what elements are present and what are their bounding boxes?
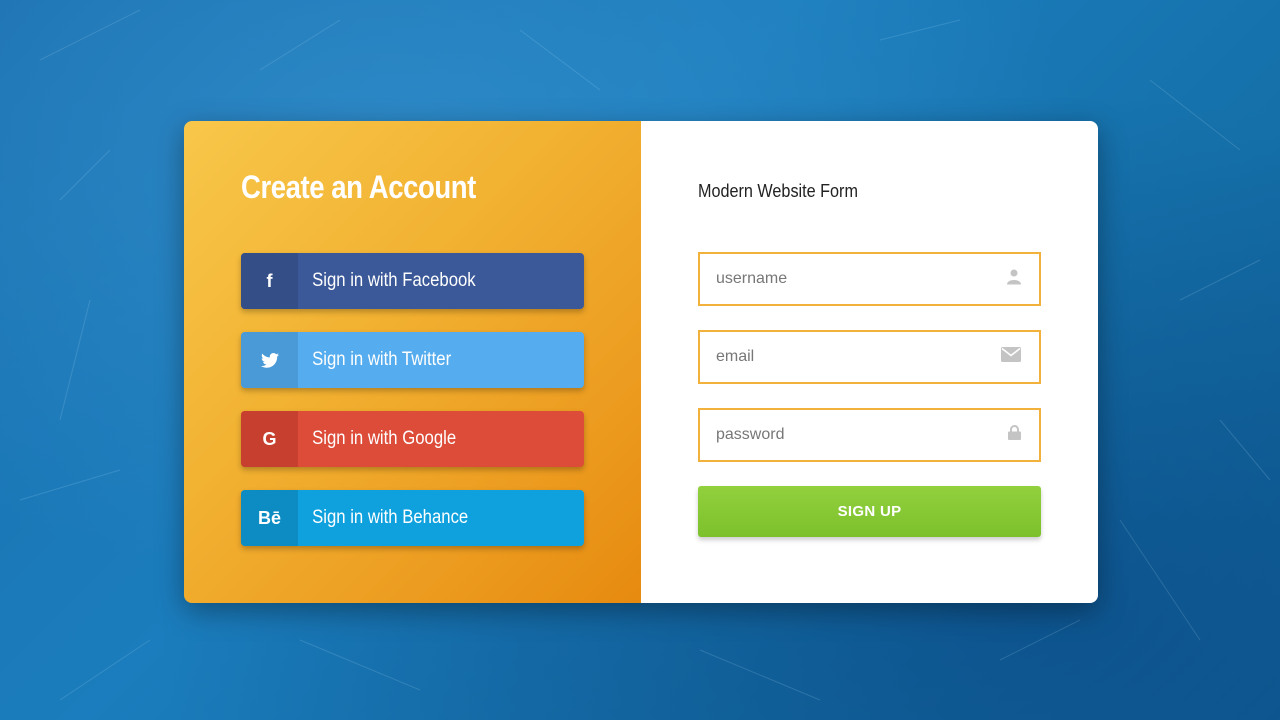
user-icon xyxy=(1007,269,1021,290)
username-field xyxy=(698,252,1041,306)
form-panel: Modern Website Form SIGN UP xyxy=(641,121,1098,603)
behance-icon: Bē xyxy=(241,490,298,546)
password-field xyxy=(698,408,1041,462)
lock-icon xyxy=(1008,425,1021,445)
twitter-signin-button[interactable]: Sign in with Twitter xyxy=(241,332,584,388)
signup-card: Create an Account f Sign in with Faceboo… xyxy=(184,121,1098,603)
envelope-icon xyxy=(1001,347,1021,367)
behance-signin-button[interactable]: Bē Sign in with Behance xyxy=(241,490,584,546)
google-icon: G xyxy=(241,411,298,467)
sign-up-button[interactable]: SIGN UP xyxy=(698,486,1041,537)
twitter-icon xyxy=(241,332,298,388)
google-signin-button[interactable]: G Sign in with Google xyxy=(241,411,584,467)
facebook-signin-label: Sign in with Facebook xyxy=(312,270,476,291)
twitter-signin-label: Sign in with Twitter xyxy=(312,349,452,370)
panel-title: Create an Account xyxy=(241,169,476,205)
password-input[interactable] xyxy=(700,410,1039,460)
facebook-icon: f xyxy=(241,253,298,309)
google-signin-label: Sign in with Google xyxy=(312,428,457,449)
facebook-signin-button[interactable]: f Sign in with Facebook xyxy=(241,253,584,309)
form-title: Modern Website Form xyxy=(698,181,858,201)
email-input[interactable] xyxy=(700,332,1039,382)
behance-signin-label: Sign in with Behance xyxy=(312,507,469,528)
username-input[interactable] xyxy=(700,254,1039,304)
social-panel: Create an Account f Sign in with Faceboo… xyxy=(184,121,641,603)
email-field xyxy=(698,330,1041,384)
